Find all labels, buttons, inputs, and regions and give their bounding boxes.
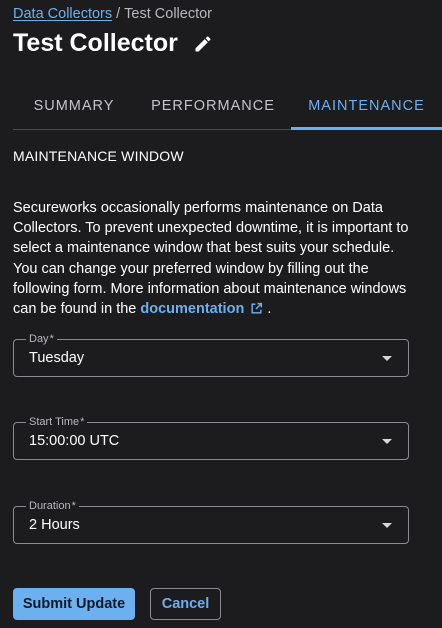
description-end: . (267, 301, 272, 318)
start-time-value: 15:00:00 UTC (29, 433, 120, 449)
day-label: Day* (26, 332, 57, 346)
start-time-select[interactable]: Start Time* 15:00:00 UTC (13, 415, 409, 460)
day-select[interactable]: Day* Tuesday (13, 332, 409, 377)
tab-summary[interactable]: SUMMARY (13, 82, 135, 129)
breadcrumb-current: Test Collector (124, 6, 212, 22)
description-text: Secureworks occasionally performs mainte… (13, 200, 409, 318)
start-time-required-mark: * (80, 416, 85, 428)
tab-bar: SUMMARY PERFORMANCE MAINTENANCE (13, 82, 442, 130)
tab-maintenance[interactable]: MAINTENANCE (291, 82, 442, 130)
day-required-mark: * (49, 333, 54, 345)
pencil-icon[interactable] (193, 34, 213, 54)
duration-value: 2 Hours (29, 517, 80, 533)
section-heading: MAINTENANCE WINDOW (13, 148, 184, 164)
maintenance-description: Secureworks occasionally performs mainte… (13, 198, 418, 319)
duration-label: Duration* (26, 499, 79, 513)
submit-update-button[interactable]: Submit Update (13, 588, 135, 620)
day-value: Tuesday (29, 350, 85, 366)
external-link-icon (250, 301, 263, 314)
cancel-button[interactable]: Cancel (150, 588, 221, 620)
breadcrumb: Data Collectors / Test Collector (13, 6, 212, 22)
chevron-down-icon (382, 523, 392, 528)
duration-select[interactable]: Duration* 2 Hours (13, 499, 409, 544)
documentation-link[interactable]: documentation (140, 301, 263, 317)
start-time-label: Start Time* (26, 415, 88, 429)
tab-performance[interactable]: PERFORMANCE (139, 82, 287, 129)
chevron-down-icon (382, 356, 392, 361)
chevron-down-icon (382, 439, 392, 444)
title-row: Test Collector (13, 29, 213, 58)
breadcrumb-link-data-collectors[interactable]: Data Collectors (13, 6, 112, 22)
duration-required-mark: * (71, 500, 76, 512)
documentation-link-label: documentation (140, 301, 245, 318)
page-title: Test Collector (13, 29, 178, 57)
breadcrumb-separator: / (116, 6, 121, 22)
